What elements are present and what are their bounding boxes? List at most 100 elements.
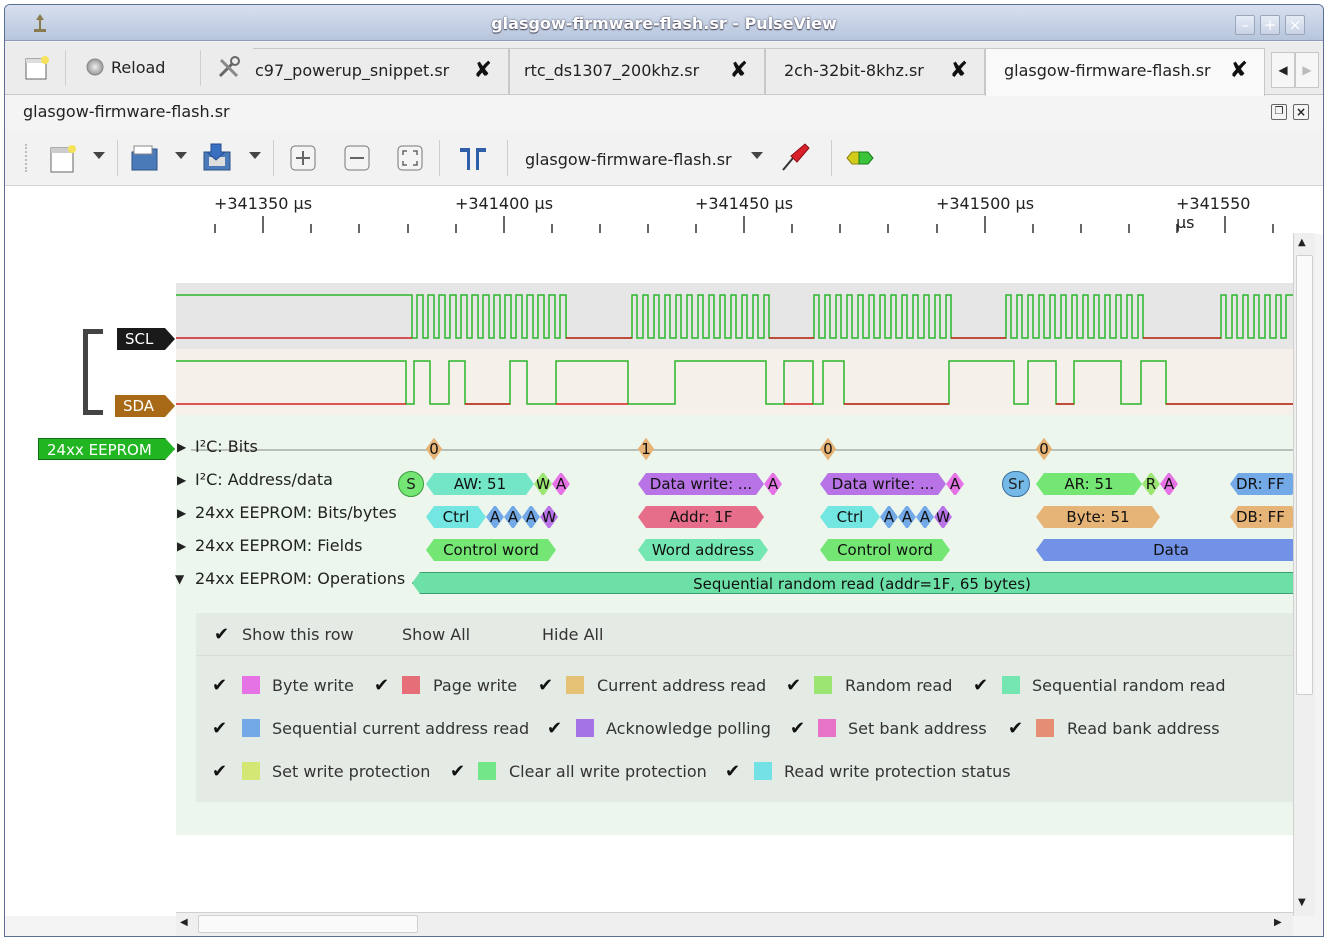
- read-write-protection-status-label: Read write protection status: [784, 762, 1011, 781]
- vertical-scroll-thumb[interactable]: [1296, 255, 1313, 695]
- control-word-field-annotation[interactable]: Control word: [426, 539, 556, 561]
- chevron-down-icon[interactable]: [249, 152, 261, 159]
- tab-rtc-ds1307[interactable]: rtc_ds1307_200khz.sr ✘: [509, 48, 765, 94]
- device-selector[interactable]: glasgow-firmware-flash.sr: [525, 150, 732, 169]
- row-label-i2c-address-data[interactable]: I²C: Address/data: [195, 470, 333, 489]
- expand-row-icon[interactable]: ▶: [177, 473, 186, 487]
- data-write-annotation[interactable]: Data write: ...: [820, 473, 946, 495]
- read-bank-address-checkbox[interactable]: ✔: [1008, 720, 1026, 738]
- new-session-icon[interactable]: [23, 54, 51, 82]
- save-file-icon[interactable]: [201, 142, 233, 174]
- reload-button[interactable]: Reload: [85, 53, 165, 81]
- address-read-annotation[interactable]: AR: 51: [1036, 473, 1142, 495]
- undock-icon[interactable]: ❐: [1271, 104, 1287, 120]
- settings-tools-icon[interactable]: [215, 54, 243, 82]
- channel-label-sda[interactable]: SDA: [115, 395, 175, 417]
- minimize-button[interactable]: –: [1235, 15, 1255, 35]
- add-decoder-icon[interactable]: [845, 142, 877, 174]
- open-file-icon[interactable]: [129, 142, 161, 174]
- random-read-checkbox[interactable]: ✔: [786, 677, 804, 695]
- ruler-tick-label: +341400 µs: [454, 194, 554, 213]
- control-word-field-annotation[interactable]: Control word: [820, 539, 950, 561]
- current-address-read-checkbox[interactable]: ✔: [538, 677, 556, 695]
- expand-row-icon[interactable]: ▶: [177, 539, 186, 553]
- zoom-fit-icon[interactable]: [394, 142, 426, 174]
- acknowledge-polling-swatch: [576, 719, 594, 737]
- chevron-down-icon[interactable]: [93, 152, 105, 159]
- channel-label-scl[interactable]: SCL: [117, 328, 175, 350]
- decoder-label-24xx-eeprom[interactable]: 24xx EEPROM: [38, 438, 175, 460]
- expand-row-icon[interactable]: ▶: [177, 506, 186, 520]
- horizontal-scrollbar[interactable]: ◀ ▶: [176, 912, 1293, 936]
- current-address-read-swatch: [566, 676, 584, 694]
- read-bank-address-swatch: [1036, 719, 1054, 737]
- close-tab-icon[interactable]: ✘: [1230, 49, 1248, 93]
- close-tab-icon[interactable]: ✘: [474, 49, 492, 93]
- acknowledge-polling-checkbox[interactable]: ✔: [547, 720, 565, 738]
- ctrl-annotation[interactable]: Ctrl: [426, 506, 486, 528]
- repeated-start-annotation[interactable]: Sr: [1002, 471, 1030, 497]
- set-write-protection-checkbox[interactable]: ✔: [212, 763, 230, 781]
- row-label-i2c-bits[interactable]: I²C: Bits: [195, 437, 258, 456]
- scroll-right-icon[interactable]: ▶: [1274, 917, 1282, 928]
- scroll-down-icon[interactable]: ▼: [1298, 897, 1306, 908]
- tab-scroll-right-button[interactable]: ▶: [1295, 52, 1319, 88]
- byte-write-swatch: [242, 676, 260, 694]
- word-address-field-annotation[interactable]: Word address: [638, 539, 768, 561]
- read-write-protection-status-swatch: [754, 762, 772, 780]
- row-label-eeprom-bits-bytes[interactable]: 24xx EEPROM: Bits/bytes: [195, 503, 397, 522]
- data-byte-annotation[interactable]: Byte: 51: [1036, 506, 1160, 528]
- tab-label: rtc_ds1307_200khz.sr: [524, 61, 700, 80]
- sequential-random-read-checkbox[interactable]: ✔: [973, 677, 991, 695]
- start-annotation[interactable]: S: [398, 471, 424, 497]
- page-write-checkbox[interactable]: ✔: [374, 677, 392, 695]
- tab-c97-powerup[interactable]: c97_powerup_snippet.sr ✘: [253, 48, 509, 94]
- row-label-eeprom-operations[interactable]: 24xx EEPROM: Operations: [195, 569, 405, 588]
- data-byte-annotation[interactable]: DB: FF: [1230, 506, 1293, 528]
- expand-row-icon[interactable]: ▶: [177, 440, 186, 454]
- address-write-annotation[interactable]: AW: 51: [426, 473, 534, 495]
- row-label-eeprom-fields[interactable]: 24xx EEPROM: Fields: [195, 536, 363, 555]
- set-bank-address-label: Set bank address: [848, 719, 987, 738]
- tab-label: c97_powerup_snippet.sr: [255, 61, 450, 80]
- maximize-button[interactable]: +: [1260, 15, 1280, 35]
- ctrl-annotation[interactable]: Ctrl: [820, 506, 880, 528]
- collapse-row-icon[interactable]: ▼: [175, 572, 184, 586]
- chevron-down-icon[interactable]: [175, 152, 187, 159]
- data-field-annotation[interactable]: Data: [1036, 539, 1293, 561]
- random-read-label: Random read: [845, 676, 953, 695]
- scroll-up-icon[interactable]: ▲: [1298, 237, 1306, 248]
- hide-all-button[interactable]: Hide All: [542, 625, 603, 644]
- probe-config-icon[interactable]: [779, 142, 811, 174]
- new-view-icon[interactable]: [47, 142, 79, 174]
- tab-2ch-32bit[interactable]: 2ch-32bit-8khz.sr ✘: [765, 48, 985, 94]
- close-view-icon[interactable]: ×: [1293, 104, 1309, 120]
- zoom-in-icon[interactable]: [287, 142, 319, 174]
- data-write-annotation[interactable]: Data write: ...: [638, 473, 764, 495]
- horizontal-scroll-thumb[interactable]: [198, 915, 418, 933]
- set-bank-address-checkbox[interactable]: ✔: [790, 720, 808, 738]
- tab-glasgow-firmware-flash[interactable]: glasgow-firmware-flash.sr ✘: [985, 48, 1265, 96]
- page-write-swatch: [402, 676, 420, 694]
- show-all-button[interactable]: Show All: [402, 625, 470, 644]
- close-tab-icon[interactable]: ✘: [730, 49, 748, 93]
- close-tab-icon[interactable]: ✘: [950, 49, 968, 93]
- session-tab-bar: Reload c97_powerup_snippet.sr ✘ rtc_ds130…: [5, 42, 1323, 96]
- zoom-out-icon[interactable]: [341, 142, 373, 174]
- clear-all-write-protection-checkbox[interactable]: ✔: [450, 763, 468, 781]
- word-address-byte-annotation[interactable]: Addr: 1F: [638, 506, 764, 528]
- clear-all-write-protection-swatch: [478, 762, 496, 780]
- scroll-left-icon[interactable]: ◀: [180, 917, 188, 928]
- time-ruler[interactable]: +341350 µs +341400 µs +341450 µs +341500…: [5, 186, 1323, 234]
- show-this-row-checkbox[interactable]: ✔: [214, 626, 232, 644]
- sequential-current-address-read-checkbox[interactable]: ✔: [212, 720, 230, 738]
- read-write-protection-status-checkbox[interactable]: ✔: [725, 763, 743, 781]
- chevron-down-icon[interactable]: [751, 152, 763, 159]
- tab-scroll-left-button[interactable]: ◀: [1271, 52, 1295, 88]
- data-read-annotation[interactable]: DR: FF: [1230, 473, 1293, 495]
- close-window-button[interactable]: ×: [1285, 15, 1305, 35]
- operation-annotation[interactable]: Sequential random read (addr=1F, 65 byte…: [412, 572, 1293, 594]
- byte-write-checkbox[interactable]: ✔: [212, 677, 230, 695]
- cursors-icon[interactable]: [457, 142, 489, 174]
- vertical-scrollbar[interactable]: ▲ ▼: [1293, 233, 1315, 916]
